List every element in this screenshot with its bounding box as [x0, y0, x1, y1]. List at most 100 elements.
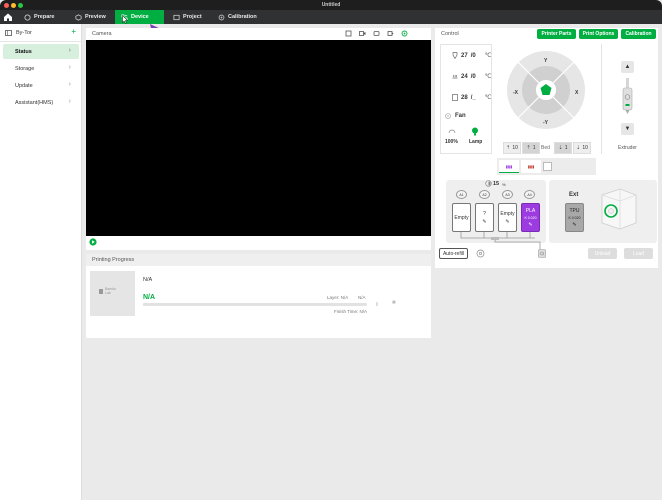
printer-parts-button[interactable]: Printer Parts [537, 29, 576, 39]
tab-preview-label: Preview [85, 14, 106, 20]
printer-name: By-Tor [16, 29, 32, 36]
title-bar: Untitled [0, 0, 662, 10]
bed-step-label: 1 [564, 145, 568, 151]
bed-temp-row[interactable]: 24 /0 ℃ [452, 73, 491, 80]
home-icon[interactable] [3, 12, 13, 22]
fan-speed-value: 100% [445, 139, 458, 145]
printer-icon [5, 29, 12, 36]
edit-icon[interactable]: ✎ [528, 222, 532, 228]
bed-label: Bed [541, 145, 550, 151]
bed-up-10-button[interactable]: ⇡ 10 [503, 142, 521, 154]
chamber-temp-value: 28 [461, 94, 468, 101]
slot-text: Empty [500, 210, 515, 217]
ams-tab-2[interactable]: ▮▮▮ [521, 160, 541, 173]
camera-view[interactable] [86, 40, 431, 236]
fan-speed-icon[interactable] [448, 128, 456, 134]
slot-sub: K 0.020 [524, 215, 537, 220]
ams-tab-1[interactable]: ▮▮▮ [499, 160, 519, 173]
ams-slot-a2[interactable]: ? ✎ [475, 203, 494, 232]
bed-temp-target: /0 [470, 73, 476, 80]
edit-icon[interactable]: ✎ [572, 222, 576, 228]
bambu-logo-icon [99, 289, 103, 294]
chevron-right-icon: › [68, 64, 71, 71]
tab-prepare-label: Prepare [34, 14, 55, 20]
chamber-temp-row[interactable]: 28 /_ ℃ [452, 94, 491, 101]
ams-slot-a1[interactable]: Empty [452, 203, 471, 232]
ams-settings-icon[interactable] [476, 249, 485, 258]
timelapse-icon[interactable] [373, 30, 380, 37]
filament-bars-icon: ▮▮▮ [505, 163, 513, 169]
slot-text: Empty [454, 214, 469, 221]
jog-x-left[interactable]: -X [513, 90, 518, 96]
tab-calibration[interactable]: Calibration [212, 10, 263, 24]
sidebar-item-label: Storage [15, 65, 35, 72]
bed-up-1-button[interactable]: ⇡ 1 [522, 142, 540, 154]
print-thumbnail: Bambu Lab [90, 271, 135, 316]
bed-down-1-button[interactable]: ⇣ 1 [554, 142, 572, 154]
arrow-down-icon: ⇣ [576, 145, 581, 151]
ext-label: Ext [569, 192, 579, 198]
printer-selector[interactable]: By-Tor + [0, 24, 82, 42]
control-title: Control [441, 31, 459, 37]
slot-a3-label: A3 [502, 190, 513, 199]
stop-icon[interactable]: ■ [392, 300, 396, 306]
sd-card-icon[interactable] [345, 30, 352, 37]
auto-refill-button[interactable]: Auto-refill [439, 248, 468, 259]
filament-path [460, 232, 541, 252]
video-icon[interactable] [359, 30, 366, 37]
chevron-right-icon: › [68, 47, 71, 54]
chevron-right-icon: › [68, 98, 71, 105]
jog-y-up[interactable]: Y [544, 58, 547, 64]
jog-y-down[interactable]: -Y [543, 120, 548, 126]
extruder-down-button[interactable]: ▼ [621, 123, 634, 135]
sidebar-item-update[interactable]: Update › [3, 78, 79, 93]
sidebar-item-storage[interactable]: Storage › [3, 61, 79, 76]
nozzle-temp-row[interactable]: 27 /0 ℃ [452, 52, 491, 59]
triangle-down-icon: ▼ [624, 126, 631, 132]
arrow-down-icon: ⇣ [558, 145, 563, 151]
extruder-up-button[interactable]: ▲ [621, 61, 634, 73]
window-title: Untitled [321, 2, 341, 8]
bed-down-10-button[interactable]: ⇣ 10 [573, 142, 591, 154]
chamber-temp-target: /_ [470, 94, 476, 101]
print-options-button[interactable]: Print Options [579, 29, 618, 39]
record-icon[interactable] [387, 30, 394, 37]
play-icon[interactable] [89, 238, 97, 246]
camera-settings-icon[interactable] [401, 30, 408, 37]
jog-x-right[interactable]: X [575, 90, 578, 96]
lamp-icon[interactable] [471, 127, 479, 136]
slot-text: ? [483, 210, 486, 217]
calibration-button[interactable]: Calibration [621, 29, 656, 39]
slot-a2-label: A2 [479, 190, 490, 199]
ams-slot-a3[interactable]: Empty ✎ [498, 203, 517, 232]
bed-icon [452, 74, 458, 79]
preview-icon [75, 13, 82, 21]
arrow-up-icon: ⇡ [506, 145, 511, 151]
ams-tab-3[interactable] [543, 162, 552, 171]
slot-a4-label: A4 [524, 190, 535, 199]
ext-slot[interactable]: TPU K 0.020 ✎ [565, 203, 584, 232]
edit-icon[interactable]: ✎ [505, 219, 509, 225]
sidebar-item-status[interactable]: Status › [3, 44, 79, 59]
extruder-label: Extruder [618, 145, 637, 151]
extruder-icon [622, 78, 633, 114]
pause-icon[interactable]: ॥ [375, 300, 379, 308]
bed-temp-unit: ℃ [484, 74, 492, 80]
sidebar-item-assistant[interactable]: Assistant(HMS) › [3, 95, 79, 110]
sidebar-item-label: Status [15, 48, 32, 55]
filament-bars-icon: ▮▮▮ [527, 164, 535, 169]
slot-text: PLA [525, 207, 536, 214]
load-button[interactable]: Load [624, 248, 653, 259]
layer-label: Layer: N/A [327, 295, 349, 300]
unload-button[interactable]: Unload [588, 248, 617, 259]
tab-preview[interactable]: Preview [69, 10, 112, 24]
print-name: N/A [143, 277, 153, 283]
mouse-cursor-icon [122, 15, 128, 24]
add-printer-icon[interactable]: + [71, 27, 76, 36]
humidity-unit: % [502, 182, 506, 187]
fan-row: Fan [445, 113, 466, 119]
nozzle-icon [452, 52, 458, 59]
ams-slot-a4[interactable]: PLA K 0.020 ✎ [521, 203, 540, 232]
tab-prepare[interactable]: Prepare [18, 10, 61, 24]
edit-icon[interactable]: ✎ [482, 219, 486, 225]
